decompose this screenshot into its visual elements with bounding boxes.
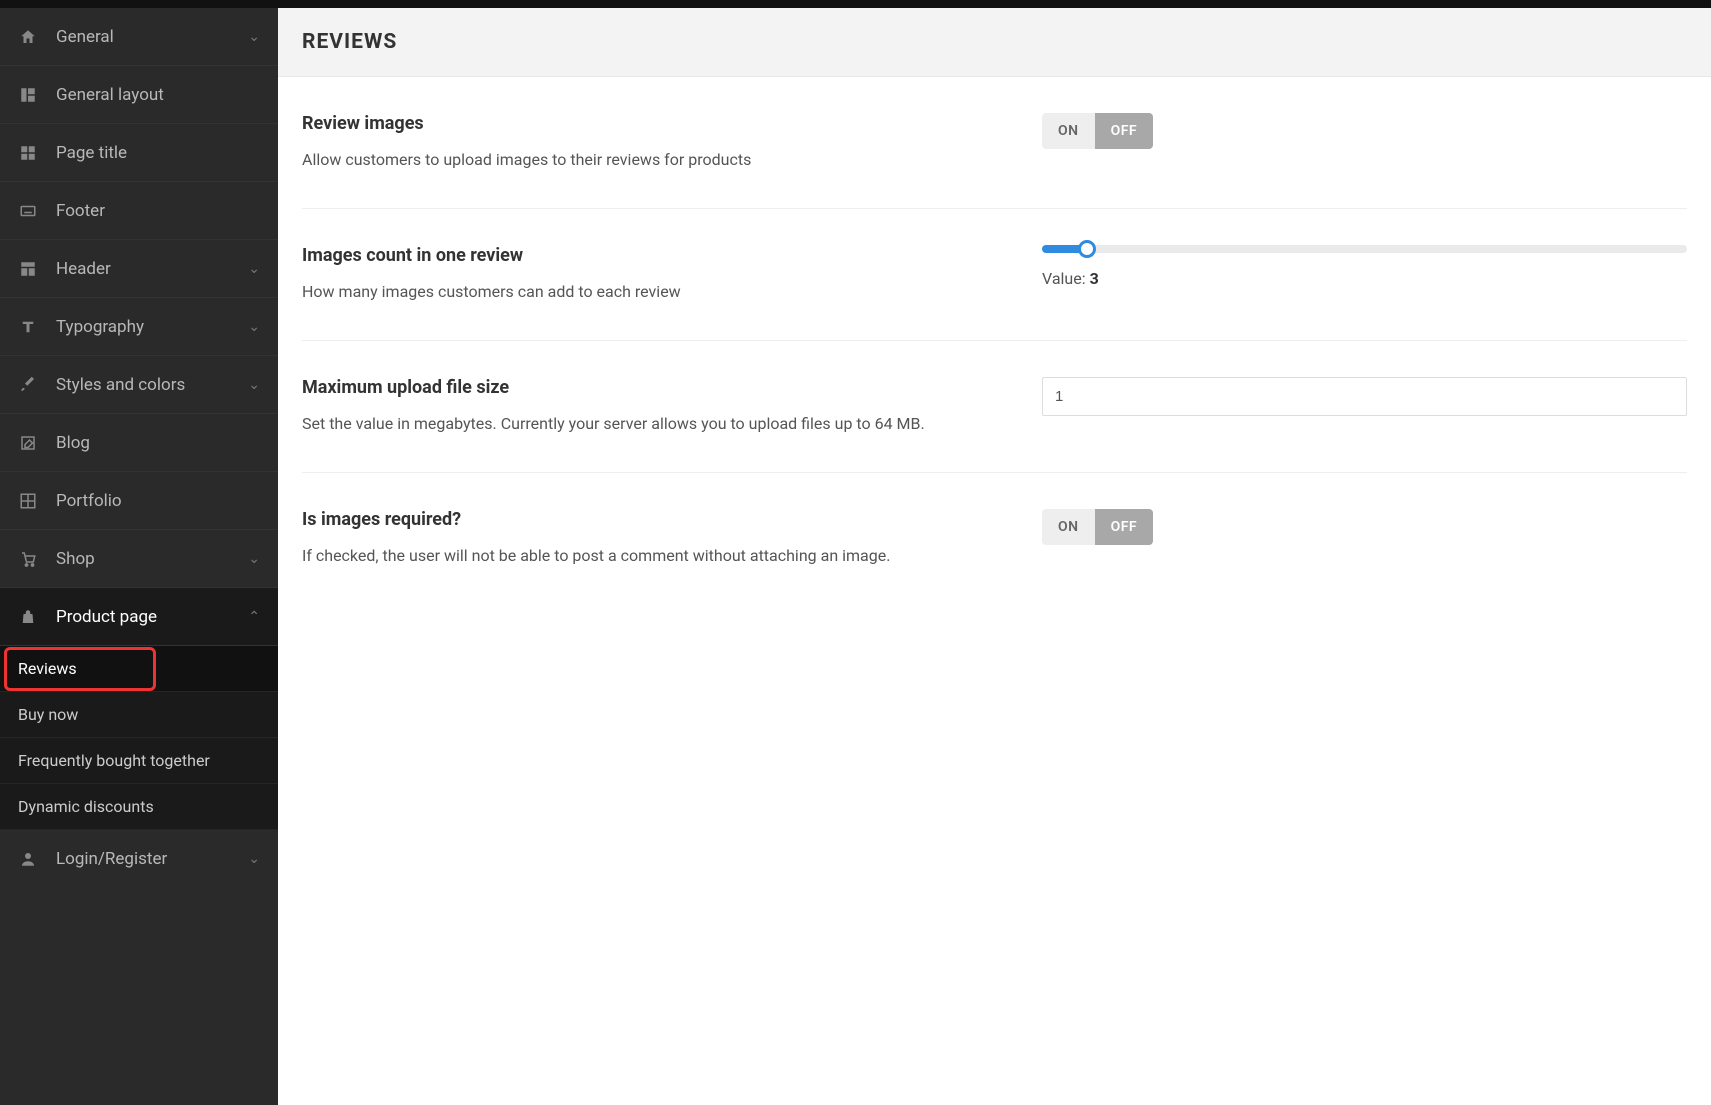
sidebar-item-label: General [56,27,248,47]
sidebar-item-label: Login/Register [56,849,248,869]
chevron-down-icon: ⌄ [248,29,260,45]
sidebar-item-product-page[interactable]: Product page ⌃ [0,588,278,646]
setting-images-required: Is images required? If checked, the user… [302,473,1687,604]
sidebar-sub-dynamic-discounts[interactable]: Dynamic discounts [0,784,278,830]
setting-desc: Allow customers to upload images to thei… [302,148,1002,172]
setting-title: Images count in one review [302,245,1002,266]
chevron-down-icon: ⌄ [248,377,260,393]
window-icon [18,491,38,511]
cart-icon [18,549,38,569]
sidebar-item-label: Styles and colors [56,375,248,395]
setting-desc: Set the value in megabytes. Currently yo… [302,412,1002,436]
bag-icon [18,607,38,627]
brush-icon [18,375,38,395]
sidebar-sub-label: Buy now [18,705,78,724]
sidebar-sub-buy-now[interactable]: Buy now [0,692,278,738]
sidebar-item-label: Page title [56,143,260,163]
sidebar-item-label: Portfolio [56,491,260,511]
sidebar-item-styles-colors[interactable]: Styles and colors ⌄ [0,356,278,414]
sidebar-item-portfolio[interactable]: Portfolio [0,472,278,530]
chevron-down-icon: ⌄ [248,851,260,867]
type-icon [18,317,38,337]
page-title: REVIEWS [302,30,1687,54]
top-bar [0,0,1711,8]
sidebar-item-general[interactable]: General ⌄ [0,8,278,66]
sidebar-item-label: Blog [56,433,260,453]
layout-icon [18,85,38,105]
settings-panel: Review images Allow customers to upload … [278,77,1711,604]
sidebar-item-shop[interactable]: Shop ⌄ [0,530,278,588]
page-header: REVIEWS [278,8,1711,77]
sidebar-sub-label: Dynamic discounts [18,797,154,816]
sidebar-sub-label: Frequently bought together [18,751,210,770]
sidebar-item-label: General layout [56,85,260,105]
edit-icon [18,433,38,453]
setting-title: Review images [302,113,1002,134]
keyboard-icon [18,201,38,221]
main-content: REVIEWS Review images Allow customers to… [278,0,1711,1105]
sidebar-item-label: Header [56,259,248,279]
setting-review-images: Review images Allow customers to upload … [302,77,1687,209]
slider-track[interactable] [1042,245,1687,253]
sidebar-item-label: Shop [56,549,248,569]
sidebar-item-label: Typography [56,317,248,337]
sidebar-sub-reviews[interactable]: Reviews [0,646,278,692]
sidebar-item-header[interactable]: Header ⌄ [0,240,278,298]
home-icon [18,27,38,47]
grid-icon [18,143,38,163]
setting-title: Maximum upload file size [302,377,1002,398]
sidebar-item-login-register[interactable]: Login/Register ⌄ [0,830,278,888]
chevron-down-icon: ⌄ [248,551,260,567]
sidebar-submenu-product-page: Reviews Buy now Frequently bought togeth… [0,646,278,830]
slider-thumb[interactable] [1078,240,1096,258]
sidebar-item-typography[interactable]: Typography ⌄ [0,298,278,356]
sidebar-item-general-layout[interactable]: General layout [0,66,278,124]
sidebar-item-label: Footer [56,201,260,221]
slider-value-label: Value: 3 [1042,269,1687,288]
sidebar-item-page-title[interactable]: Page title [0,124,278,182]
toggle-images-required[interactable]: ON OFF [1042,509,1153,545]
setting-max-upload: Maximum upload file size Set the value i… [302,341,1687,473]
chevron-down-icon: ⌄ [248,261,260,277]
grid-icon [18,259,38,279]
setting-images-count: Images count in one review How many imag… [302,209,1687,341]
toggle-off[interactable]: OFF [1095,509,1154,545]
toggle-on[interactable]: ON [1042,113,1095,149]
toggle-review-images[interactable]: ON OFF [1042,113,1153,149]
sidebar: General ⌄ General layout Page title Foot… [0,0,278,1105]
setting-desc: How many images customers can add to eac… [302,280,1002,304]
setting-title: Is images required? [302,509,1002,530]
sidebar-item-blog[interactable]: Blog [0,414,278,472]
user-icon [18,849,38,869]
sidebar-item-label: Product page [56,607,248,627]
slider-images-count[interactable]: Value: 3 [1042,245,1687,288]
setting-desc: If checked, the user will not be able to… [302,544,1002,568]
toggle-off[interactable]: OFF [1095,113,1154,149]
input-max-upload[interactable] [1042,377,1687,416]
chevron-down-icon: ⌄ [248,319,260,335]
sidebar-sub-frequently-bought[interactable]: Frequently bought together [0,738,278,784]
chevron-up-icon: ⌃ [248,609,260,625]
sidebar-item-footer[interactable]: Footer [0,182,278,240]
sidebar-sub-label: Reviews [18,659,77,678]
toggle-on[interactable]: ON [1042,509,1095,545]
